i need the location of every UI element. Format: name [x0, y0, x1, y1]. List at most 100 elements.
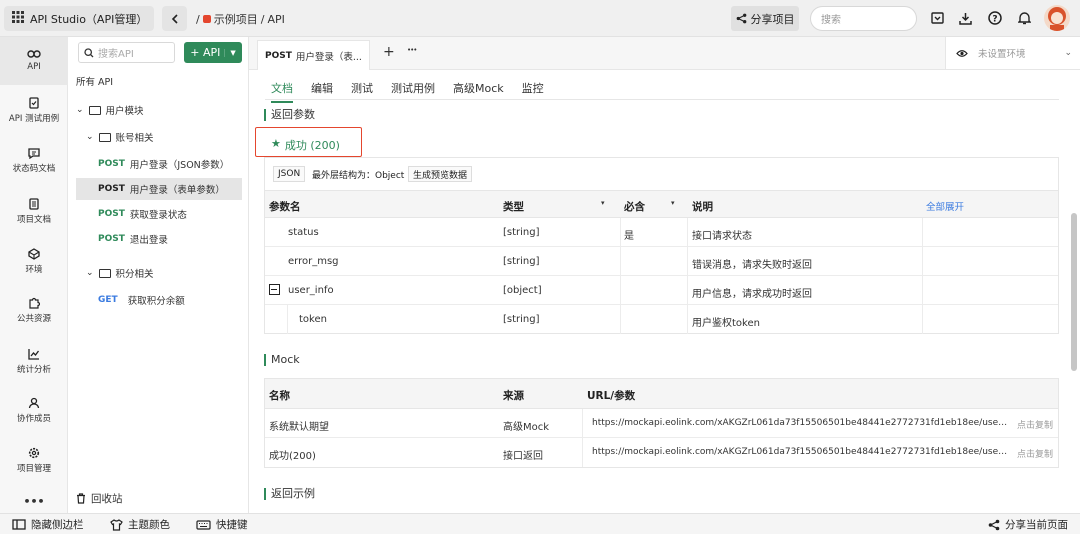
- generate-preview-button[interactable]: 生成预览数据: [408, 166, 473, 182]
- api-tree-panel: 搜索API + API ▼ 所有 API ⌄ 用户模块 ⌄ 账号相关 POST …: [68, 37, 249, 513]
- top-bar: API Studio（API管理） / 示例项目 / API 分享项目 搜索 ?: [0, 0, 1080, 37]
- format-chip[interactable]: JSON: [273, 166, 306, 182]
- more-tabs-button[interactable]: •••: [407, 46, 417, 54]
- tree-api-item[interactable]: POST 退出登录: [76, 228, 242, 250]
- rail-item-statistics[interactable]: 统计分析: [0, 348, 68, 375]
- table-row: 系统默认期望 高级Mock https://mockapi.eolink.com…: [265, 409, 1058, 438]
- link-icon: [27, 50, 41, 58]
- table-row: token [string] 用户鉴权token: [265, 305, 1058, 334]
- tree-folder-user[interactable]: ⌄ 用户模块: [76, 99, 242, 121]
- method-badge: POST: [98, 209, 125, 219]
- sort-icon[interactable]: ▾: [671, 199, 675, 207]
- add-tab-button[interactable]: +: [383, 44, 395, 60]
- tree-api-item[interactable]: POST 用户登录（JSON参数）: [76, 153, 242, 175]
- rail-item-test-cases[interactable]: API 测试用例: [0, 97, 68, 124]
- help-icon[interactable]: ?: [987, 10, 1003, 26]
- response-tab-success[interactable]: ★ 成功 (200): [271, 137, 340, 153]
- section-title-example: 返回示例: [264, 488, 315, 500]
- rail-item-project-settings[interactable]: 项目管理: [0, 447, 68, 474]
- scrollbar[interactable]: [1071, 213, 1077, 371]
- tree-folder-account[interactable]: ⌄ 账号相关: [76, 126, 242, 148]
- download-icon[interactable]: [957, 10, 973, 26]
- chevron-down-icon: ⌄: [76, 105, 84, 115]
- avatar[interactable]: [1044, 5, 1070, 31]
- bell-icon[interactable]: [1016, 10, 1032, 26]
- keyboard-icon: [196, 519, 211, 530]
- grid-icon: [12, 11, 24, 26]
- rail-item-members[interactable]: 协作成员: [0, 397, 68, 424]
- status-code-icon: [28, 148, 40, 159]
- breadcrumb-section[interactable]: API: [267, 13, 284, 26]
- tab-bar: POST 用户登录（表... + ••• 未设置环境 ⌄: [249, 37, 1080, 70]
- more-icon: •••: [23, 495, 45, 508]
- folder-icon: [98, 268, 111, 278]
- api-search-input[interactable]: 搜索API: [78, 42, 175, 63]
- theme-color-button[interactable]: 主题颜色: [110, 517, 170, 532]
- tree-item-all-api[interactable]: 所有 API: [76, 70, 242, 92]
- table-row: user_info [object] 用户信息，请求成功时返回: [265, 276, 1058, 305]
- section-title-response: 返回参数: [264, 109, 315, 121]
- left-rail: API API 测试用例 状态码文档 项目文档 环境 公共资源 统计分析 协作成…: [0, 37, 68, 513]
- chart-icon: [28, 349, 40, 360]
- search-icon: [84, 47, 94, 57]
- rail-item-public-resources[interactable]: 公共资源: [0, 297, 68, 324]
- shortcuts-button[interactable]: 快捷键: [196, 517, 248, 532]
- table-header: 参数名 类型 ▾ 必含 ▾ 说明 全部展开: [265, 190, 1058, 218]
- chevron-down-icon: ⌄: [86, 132, 94, 142]
- method-badge: POST: [265, 50, 292, 61]
- svg-text:?: ?: [992, 14, 997, 24]
- share-icon: [988, 519, 1000, 530]
- response-params-table: JSON 最外层结构为：Object 生成预览数据 参数名 类型 ▾ 必含 ▾ …: [264, 157, 1059, 334]
- test-case-icon: [29, 97, 39, 109]
- folder-icon: [88, 105, 101, 115]
- chevron-left-icon: [171, 13, 178, 24]
- share-page-button[interactable]: 分享当前页面: [988, 517, 1068, 532]
- main-content: POST 用户登录（表... + ••• 未设置环境 ⌄ 文档 编辑 测试 测试…: [249, 37, 1080, 513]
- rail-item-environment[interactable]: 环境: [0, 248, 68, 275]
- folder-icon: [98, 132, 111, 142]
- app-switcher-button[interactable]: API Studio（API管理）: [4, 6, 154, 31]
- rail-item-status-codes[interactable]: 状态码文档: [0, 148, 68, 174]
- method-badge: GET: [98, 295, 118, 305]
- environment-icon: [28, 248, 40, 260]
- chevron-down-icon: ⌄: [1064, 48, 1072, 58]
- tree-api-item-selected[interactable]: POST 用户登录（表单参数）: [76, 178, 242, 200]
- expand-all-link[interactable]: 全部展开: [926, 199, 964, 213]
- environment-select[interactable]: 未设置环境 ⌄: [945, 37, 1080, 69]
- sidebar-icon: [12, 519, 26, 530]
- chevron-down-icon: ⌄: [86, 268, 94, 278]
- section-title-mock: Mock: [264, 354, 300, 366]
- rail-more-button[interactable]: •••: [0, 495, 68, 508]
- method-badge: POST: [98, 184, 125, 194]
- back-button[interactable]: [162, 6, 187, 31]
- table-header: 名称 来源 URL/参数: [265, 379, 1058, 409]
- tree-folder-points[interactable]: ⌄ 积分相关: [76, 262, 242, 284]
- table-row: status [string] 是 接口请求状态: [265, 218, 1058, 247]
- recycle-bin[interactable]: 回收站: [76, 487, 242, 509]
- rail-item-project-docs[interactable]: 项目文档: [0, 198, 68, 225]
- table-row: 成功(200) 接口返回 https://mockapi.eolink.com/…: [265, 438, 1058, 467]
- mock-url: https://mockapi.eolink.com/xAKGZrL061da7…: [592, 418, 1010, 428]
- add-api-button[interactable]: + API ▼: [184, 42, 242, 63]
- puzzle-icon: [29, 297, 40, 309]
- rail-item-api[interactable]: API: [0, 37, 68, 85]
- settings-icon: [28, 447, 40, 459]
- chevron-down-icon[interactable]: ▼: [224, 48, 236, 57]
- app-title: API Studio（API管理）: [30, 12, 148, 26]
- sort-icon[interactable]: ▾: [601, 199, 605, 207]
- copy-link[interactable]: 点击复制: [1017, 418, 1053, 431]
- copy-link[interactable]: 点击复制: [1017, 447, 1053, 460]
- global-search-input[interactable]: 搜索: [810, 6, 917, 31]
- eye-icon: [956, 49, 968, 57]
- tab-active-api[interactable]: POST 用户登录（表...: [257, 40, 370, 70]
- hide-sidebar-button[interactable]: 隐藏侧边栏: [12, 517, 84, 532]
- divider: [265, 99, 1059, 100]
- breadcrumb-project[interactable]: 示例项目: [214, 11, 258, 27]
- members-icon: [28, 397, 40, 409]
- share-project-button[interactable]: 分享项目: [731, 6, 799, 31]
- trash-icon: [77, 492, 85, 504]
- tree-api-item[interactable]: GET 获取积分余额: [76, 289, 242, 311]
- message-box-icon[interactable]: [929, 10, 945, 26]
- tree-api-item[interactable]: POST 获取登录状态: [76, 203, 242, 225]
- collapse-icon[interactable]: [269, 284, 280, 295]
